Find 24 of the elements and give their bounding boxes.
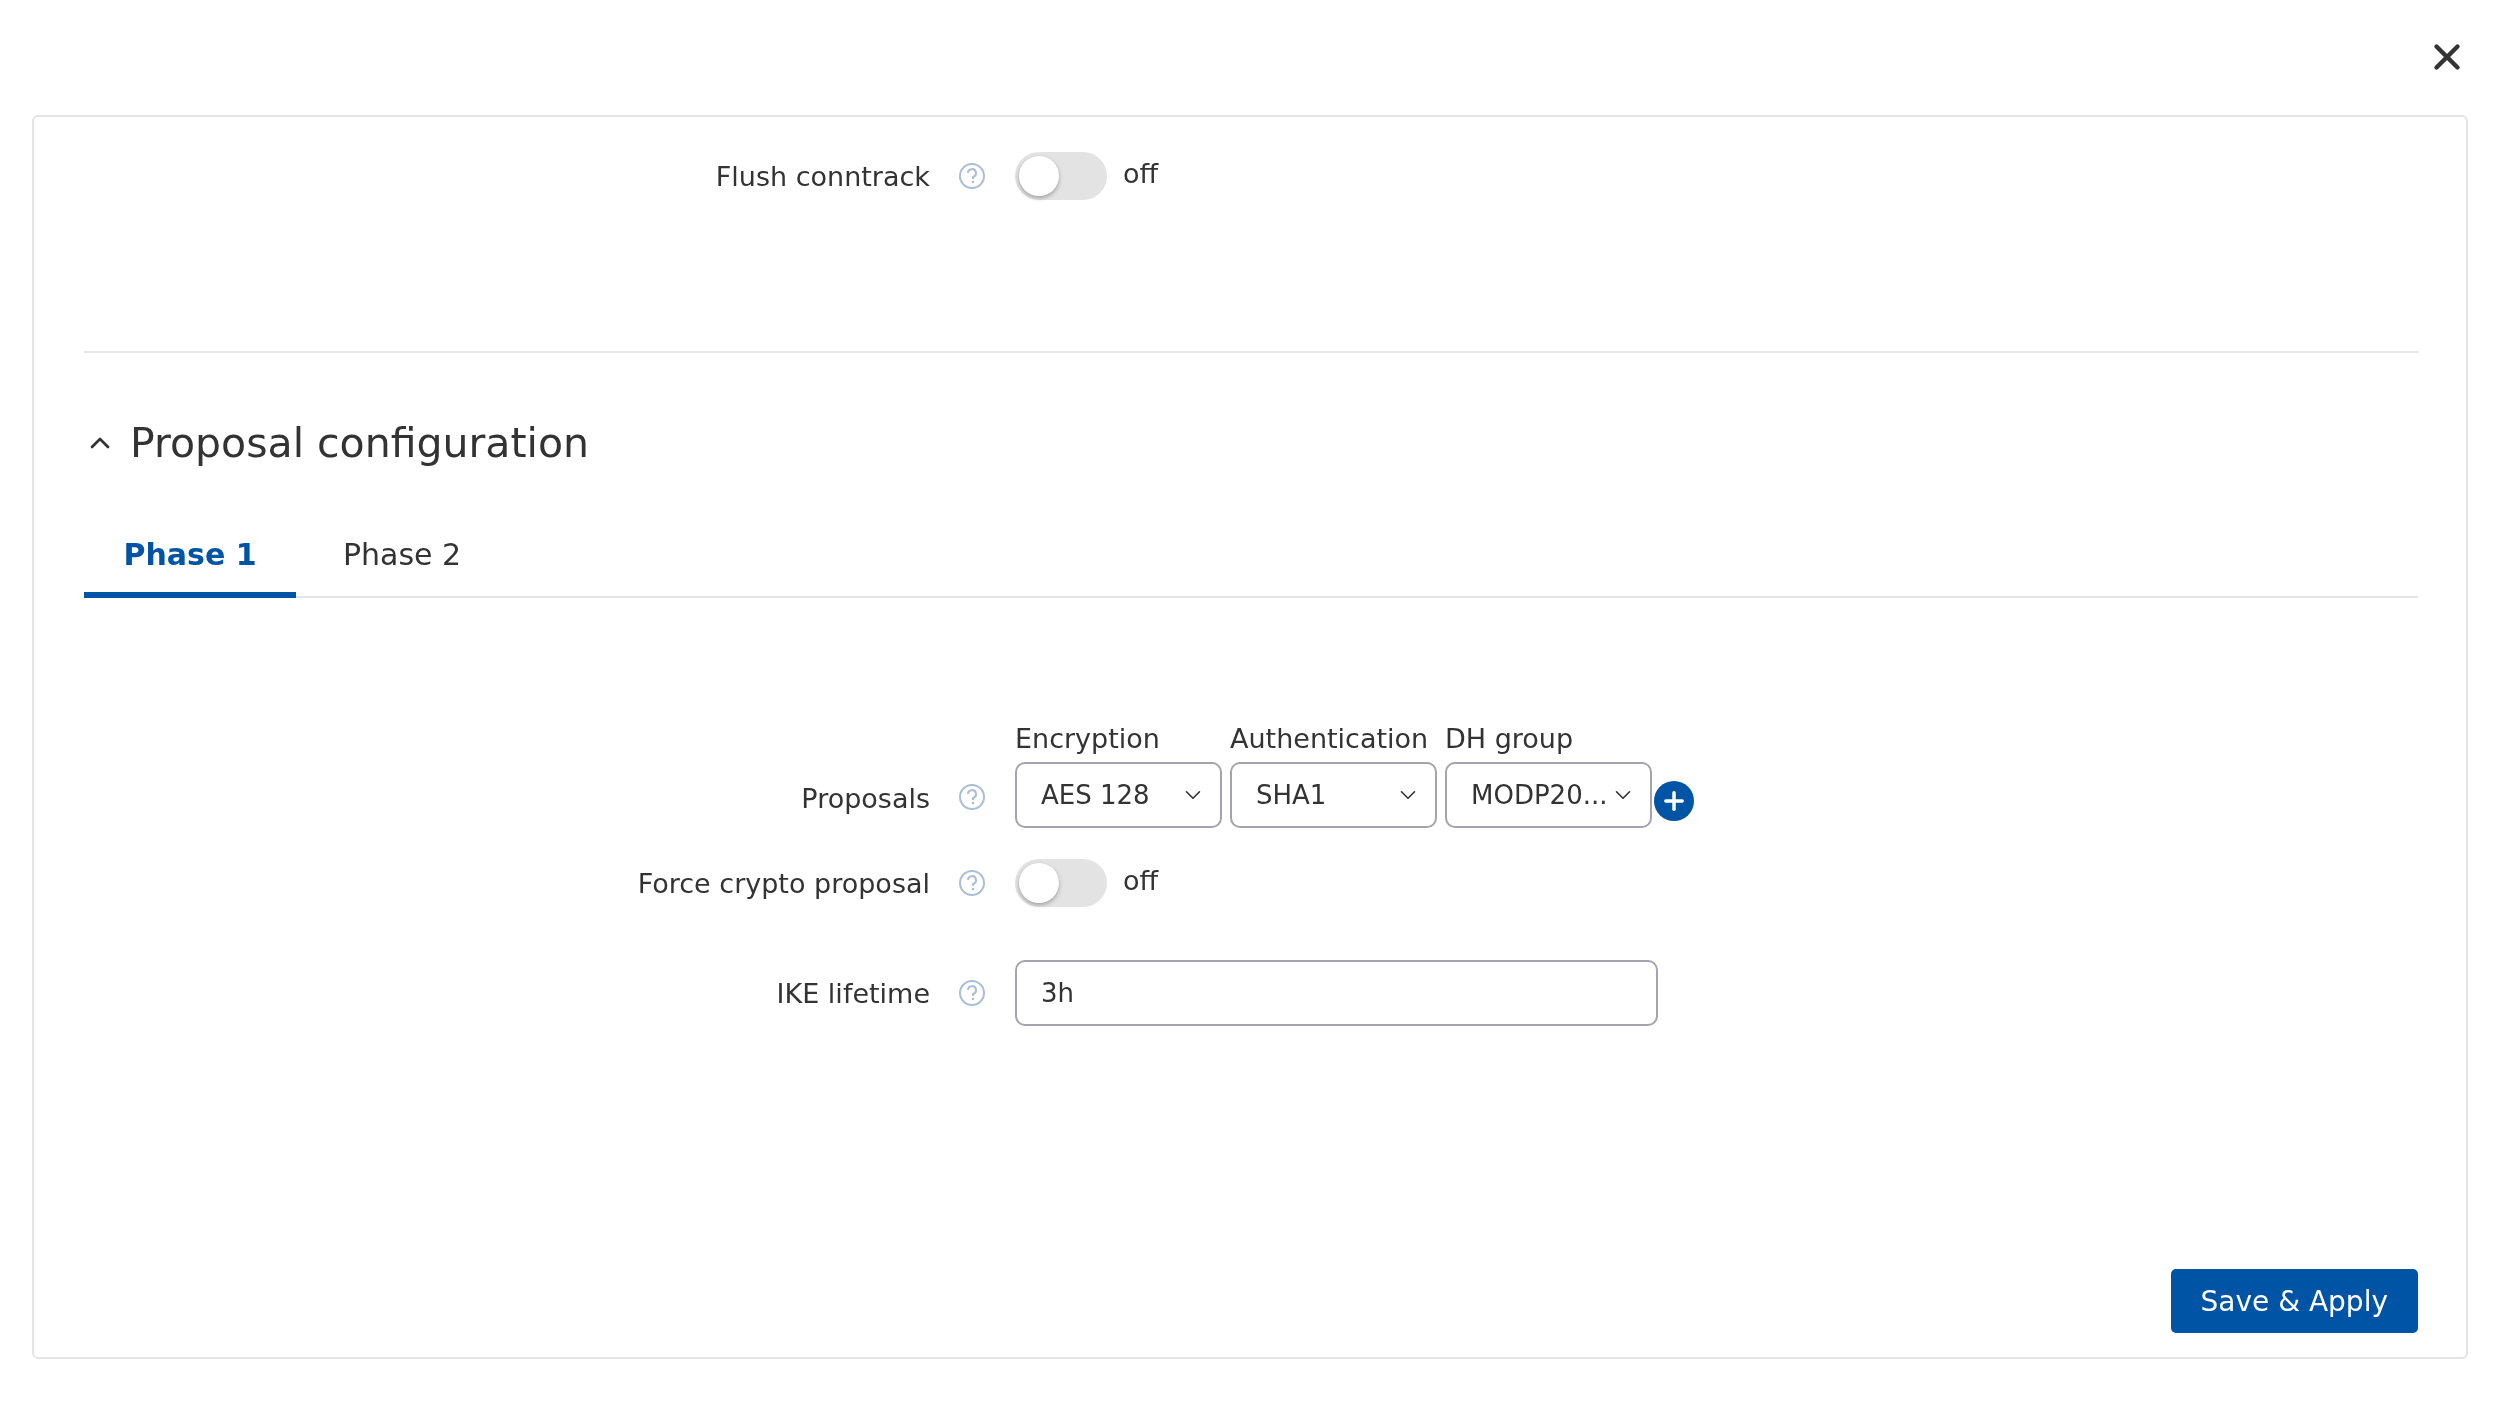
field-label: Force crypto proposal — [636, 867, 930, 899]
toggle-switch[interactable] — [1015, 859, 1107, 907]
save-apply-button[interactable]: Save & Apply — [2170, 1269, 2418, 1333]
column-header: DH group — [1445, 723, 1575, 754]
help-icon[interactable] — [959, 784, 985, 810]
field-label: Flush conntrack — [714, 160, 930, 192]
tab[interactable]: Phase 2 — [296, 523, 508, 598]
help-icon[interactable] — [959, 163, 985, 189]
dropdown-select[interactable]: MODP20... — [1445, 762, 1652, 828]
help-icon[interactable] — [959, 870, 985, 896]
field-label: Proposals — [800, 783, 930, 816]
column-header: Authentication — [1230, 723, 1430, 754]
toggle-switch[interactable] — [1015, 152, 1107, 200]
add-button[interactable] — [1654, 780, 1694, 821]
dropdown-select[interactable]: AES 128 — [1015, 762, 1222, 828]
input-field[interactable]: 3h — [1015, 960, 1658, 1026]
tab[interactable]: Phase 1 — [84, 523, 296, 598]
dropdown-select[interactable]: SHA1 — [1230, 762, 1437, 828]
section-title: Proposal configuration — [130, 419, 590, 467]
help-icon[interactable] — [959, 980, 985, 1006]
toggle-state-text: off — [1123, 157, 1159, 189]
field-label: IKE lifetime — [775, 977, 930, 1009]
toggle-state-text: off — [1123, 864, 1159, 896]
column-header: Encryption — [1015, 723, 1161, 754]
